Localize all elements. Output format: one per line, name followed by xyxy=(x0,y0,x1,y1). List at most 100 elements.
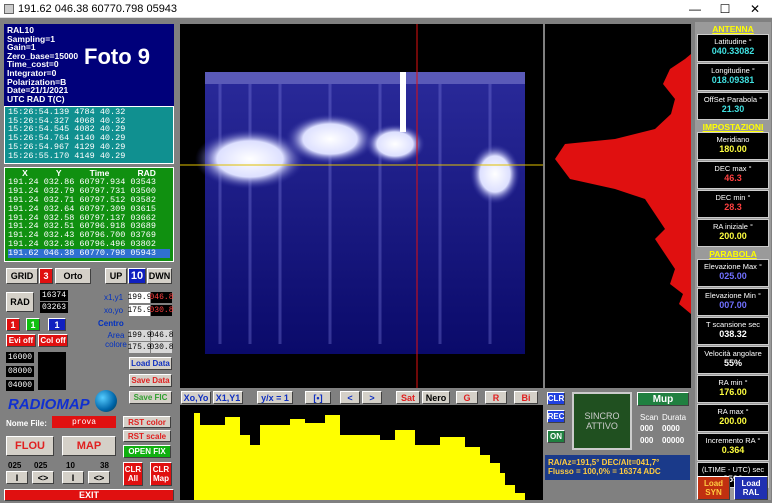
step-arrows-2[interactable]: <> xyxy=(88,471,110,484)
clr-all-button[interactable]: CLR All xyxy=(123,462,143,486)
orto-button[interactable]: Orto xyxy=(55,268,91,284)
table-row-selected[interactable]: 191.62 046.38 60770.798 05943 xyxy=(8,249,170,259)
blue-channel-button[interactable]: 1 xyxy=(48,318,66,331)
ratio-button[interactable]: y/x = 1 xyxy=(257,391,293,404)
yo-field[interactable]: 030.8 xyxy=(150,305,174,316)
dec-min-field[interactable]: DEC min ° 28.3 xyxy=(697,190,769,218)
area-field-2[interactable]: 046.8 xyxy=(150,330,174,341)
red-channel-button[interactable]: 1 xyxy=(6,318,20,331)
x1y1-label: x1,y1 xyxy=(104,293,124,302)
green-channel-button[interactable]: 1 xyxy=(26,318,40,331)
up-value[interactable]: 10 xyxy=(128,268,146,284)
step-label-1: 025 xyxy=(8,461,22,470)
elev-max-value[interactable]: 025.00 xyxy=(698,271,768,281)
offset-value[interactable]: 21.30 xyxy=(698,104,768,114)
next-button[interactable]: > xyxy=(362,391,382,404)
grid-value[interactable]: 3 xyxy=(39,268,53,284)
elev-max-label: Elevazione Max ° xyxy=(703,262,763,271)
offset-field[interactable]: OffSet Parabola ° 21.30 xyxy=(697,92,769,120)
rad-button[interactable]: RAD xyxy=(6,292,34,312)
load-ral-button[interactable]: Load RAL xyxy=(734,476,768,500)
latitude-value[interactable]: 040.33082 xyxy=(698,46,768,56)
xo-yo-button[interactable]: Xo,Yo xyxy=(181,391,211,404)
load-syn-button[interactable]: Load SYN xyxy=(697,476,730,500)
step-button-2[interactable]: I xyxy=(62,471,84,484)
rst-color-button[interactable]: RST color xyxy=(123,416,171,428)
longitude-field[interactable]: Longitudine ° 018.09381 xyxy=(697,63,769,91)
log-row[interactable]: 15:26:55.170 4149 40.29 xyxy=(8,151,170,161)
ra-max-label: RA max ° xyxy=(717,407,749,416)
mup-button[interactable]: Mup xyxy=(637,392,689,406)
col-off-button[interactable]: Col off xyxy=(38,334,68,347)
grid-button[interactable]: GRID xyxy=(6,268,38,284)
step-button-1[interactable]: I xyxy=(6,471,28,484)
on-button[interactable]: ON xyxy=(547,430,565,443)
dec-max-field[interactable]: DEC max ° 46.3 xyxy=(697,161,769,189)
y1-field[interactable]: 046.8 xyxy=(150,292,174,303)
velocity-value[interactable]: 55% xyxy=(698,358,768,368)
elev-min-value[interactable]: 007.00 xyxy=(698,300,768,310)
maximize-button[interactable]: ☐ xyxy=(710,0,740,18)
incremento-value[interactable]: 0.364 xyxy=(698,445,768,455)
open-fix-button[interactable]: OPEN FIX xyxy=(123,445,171,458)
rec-button[interactable]: REC xyxy=(547,410,565,423)
down-button[interactable]: DWN xyxy=(147,268,172,284)
meridiano-field[interactable]: Meridiano 180.00 xyxy=(697,132,769,160)
radio-map-canvas[interactable] xyxy=(180,24,543,388)
area-field-4[interactable]: 030.8 xyxy=(150,342,174,353)
data-table[interactable]: X Y Time RAD 191.24 032.86 60797.934 035… xyxy=(4,167,174,262)
velocity-field[interactable]: Velocità angolare 55% xyxy=(697,346,769,374)
durata-value-2: 00000 xyxy=(662,436,685,445)
area-field-1[interactable]: 199.9 xyxy=(128,330,152,341)
log-list[interactable]: 15:26:54.139 4784 40.32 15:26:54.327 406… xyxy=(4,106,174,164)
rst-scale-button[interactable]: RST scale xyxy=(123,430,171,442)
evi-off-button[interactable]: Evi off xyxy=(6,334,36,347)
load-data-button[interactable]: Load Data xyxy=(129,357,172,370)
ra-iniziale-field[interactable]: RA iniziale ° 200.00 xyxy=(697,219,769,247)
flou-button[interactable]: FLOU xyxy=(6,436,54,456)
sat-button[interactable]: Sat xyxy=(396,391,420,404)
longitude-value[interactable]: 018.09381 xyxy=(698,75,768,85)
filename-input[interactable]: prova xyxy=(52,416,116,428)
area-field-3[interactable]: 175.9 xyxy=(128,342,152,353)
r-button[interactable]: R xyxy=(485,391,507,404)
meridiano-value[interactable]: 180.00 xyxy=(698,144,768,154)
ra-max-value[interactable]: 200.00 xyxy=(698,416,768,426)
elev-min-field[interactable]: Elevazione Min ° 007.00 xyxy=(697,288,769,316)
x1-field[interactable]: 199.9 xyxy=(128,292,152,303)
area-colore-label: Area colore xyxy=(105,331,127,349)
step-arrows-1[interactable]: <> xyxy=(32,471,54,484)
offset-label: OffSet Parabola ° xyxy=(703,95,763,104)
ra-iniziale-value[interactable]: 200.00 xyxy=(698,231,768,241)
ra-max-field[interactable]: RA max ° 200.00 xyxy=(697,404,769,432)
save-fic-button[interactable]: Save FIC xyxy=(129,391,172,404)
t-scan-field[interactable]: T scansione sec 038.32 xyxy=(697,317,769,345)
x1-y1-button[interactable]: X1,Y1 xyxy=(213,391,243,404)
map-button[interactable]: MAP xyxy=(62,436,116,456)
latitude-field[interactable]: Latitudine ° 040.33082 xyxy=(697,34,769,62)
exit-button[interactable]: EXIT xyxy=(4,489,174,501)
bi-button[interactable]: Bi xyxy=(514,391,538,404)
clr-map-button[interactable]: CLR Map xyxy=(150,462,172,486)
g-button[interactable]: G xyxy=(456,391,478,404)
window-title: 191.62 046.38 60770.798 05943 xyxy=(18,2,178,15)
dec-min-value[interactable]: 28.3 xyxy=(698,202,768,212)
flux-plot-image xyxy=(194,413,525,500)
prev-button[interactable]: < xyxy=(340,391,360,404)
nero-button[interactable]: Nero xyxy=(422,391,450,404)
close-button[interactable]: ✕ xyxy=(740,0,770,18)
ra-min-label: RA min ° xyxy=(718,378,748,387)
incremento-field[interactable]: Incremento RA ° 0.364 xyxy=(697,433,769,461)
status-coords: RA/Az=191,5° DEC/Alt=041,7° xyxy=(548,458,660,467)
save-data-button[interactable]: Save Data xyxy=(129,374,172,387)
dec-max-value[interactable]: 46.3 xyxy=(698,173,768,183)
up-button[interactable]: UP xyxy=(105,268,127,284)
ra-min-field[interactable]: RA min ° 176.00 xyxy=(697,375,769,403)
ra-min-value[interactable]: 176.00 xyxy=(698,387,768,397)
minimize-button[interactable]: — xyxy=(680,0,710,18)
xo-field[interactable]: 175.9 xyxy=(128,305,152,316)
t-scan-value[interactable]: 038.32 xyxy=(698,329,768,339)
center-button[interactable]: [•] xyxy=(305,391,331,404)
clr-button[interactable]: CLR xyxy=(547,392,565,405)
elev-max-field[interactable]: Elevazione Max ° 025.00 xyxy=(697,259,769,287)
